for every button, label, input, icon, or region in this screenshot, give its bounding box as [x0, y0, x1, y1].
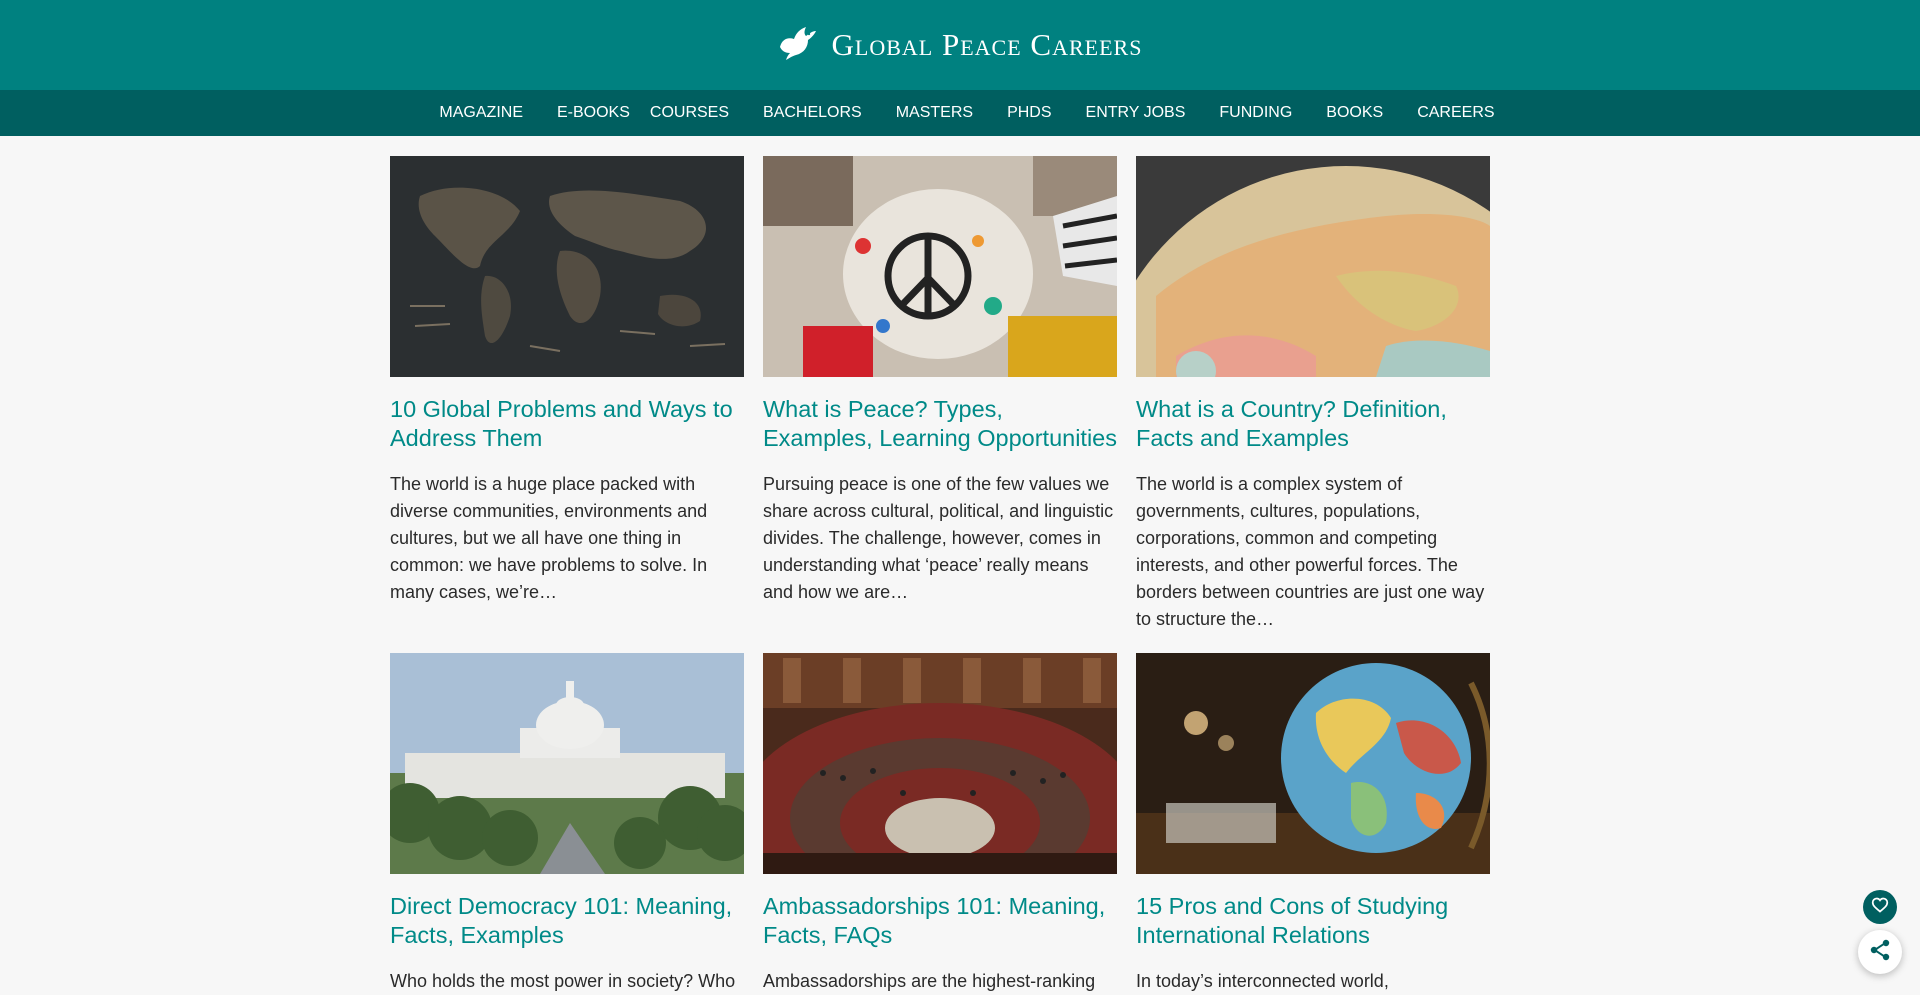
article-excerpt: Pursuing peace is one of the few values …	[763, 474, 1114, 602]
article-thumbnail-globe-closeup[interactable]	[1136, 156, 1490, 377]
nav-item-courses[interactable]: COURSES	[650, 104, 729, 122]
article-card: Direct Democracy 101: Meaning, Facts, Ex…	[390, 653, 744, 995]
favorite-button[interactable]	[1863, 890, 1897, 924]
site-logo-link[interactable]: Global Peace Careers	[778, 25, 1143, 66]
nav-item-books[interactable]: BOOKS	[1326, 104, 1383, 122]
nav-item-funding[interactable]: FUNDING	[1219, 104, 1292, 122]
article-excerpt: In today’s interconnected world,	[1136, 971, 1389, 991]
article-excerpt: Ambassadorships are the highest-ranking	[763, 971, 1096, 991]
article-title[interactable]: What is Peace? Types, Examples, Learning…	[763, 395, 1117, 453]
article-title[interactable]: 15 Pros and Cons of Studying Internation…	[1136, 892, 1490, 950]
nav-item-careers[interactable]: CAREERS	[1417, 104, 1494, 122]
article-thumbnail-world-map-weapons[interactable]	[390, 156, 744, 377]
share-icon	[1868, 938, 1892, 967]
article-thumbnail-parliament-chamber[interactable]	[763, 653, 1117, 874]
article-title[interactable]: 10 Global Problems and Ways to Address T…	[390, 395, 744, 453]
article-card: What is a Country? Definition, Facts and…	[1136, 156, 1490, 633]
article-excerpt: The world is a complex system of governm…	[1136, 474, 1485, 629]
article-grid: 10 Global Problems and Ways to Address T…	[390, 156, 1490, 995]
article-thumbnail-peace-sign-hands[interactable]	[763, 156, 1117, 377]
article-thumbnail-capitol-building[interactable]	[390, 653, 744, 874]
article-excerpt: The world is a huge place packed with di…	[390, 474, 708, 602]
share-button[interactable]	[1858, 930, 1902, 974]
nav-item-masters[interactable]: MASTERS	[896, 104, 973, 122]
site-header: Global Peace Careers	[0, 0, 1920, 90]
article-thumbnail-desk-globe[interactable]	[1136, 653, 1490, 874]
article-excerpt: Who holds the most power in society? Who	[390, 971, 736, 991]
article-card: 10 Global Problems and Ways to Address T…	[390, 156, 744, 633]
nav-item-magazine[interactable]: MAGAZINE	[439, 104, 523, 122]
site-title: Global Peace Careers	[831, 27, 1143, 62]
nav-item-entry-jobs[interactable]: ENTRY JOBS	[1086, 104, 1186, 122]
main-nav: MAGAZINE E-BOOKS COURSES BACHELORS MASTE…	[0, 90, 1920, 136]
nav-item-phds[interactable]: PHDS	[1007, 104, 1051, 122]
nav-item-ebooks[interactable]: E-BOOKS	[557, 104, 630, 122]
article-title[interactable]: Direct Democracy 101: Meaning, Facts, Ex…	[390, 892, 744, 950]
article-title[interactable]: What is a Country? Definition, Facts and…	[1136, 395, 1490, 453]
heart-icon	[1871, 897, 1889, 918]
article-card: What is Peace? Types, Examples, Learning…	[763, 156, 1117, 633]
nav-item-bachelors[interactable]: BACHELORS	[763, 104, 862, 122]
article-title[interactable]: Ambassadorships 101: Meaning, Facts, FAQ…	[763, 892, 1117, 950]
dove-icon	[778, 25, 818, 66]
article-card: 15 Pros and Cons of Studying Internation…	[1136, 653, 1490, 995]
article-card: Ambassadorships 101: Meaning, Facts, FAQ…	[763, 653, 1117, 995]
